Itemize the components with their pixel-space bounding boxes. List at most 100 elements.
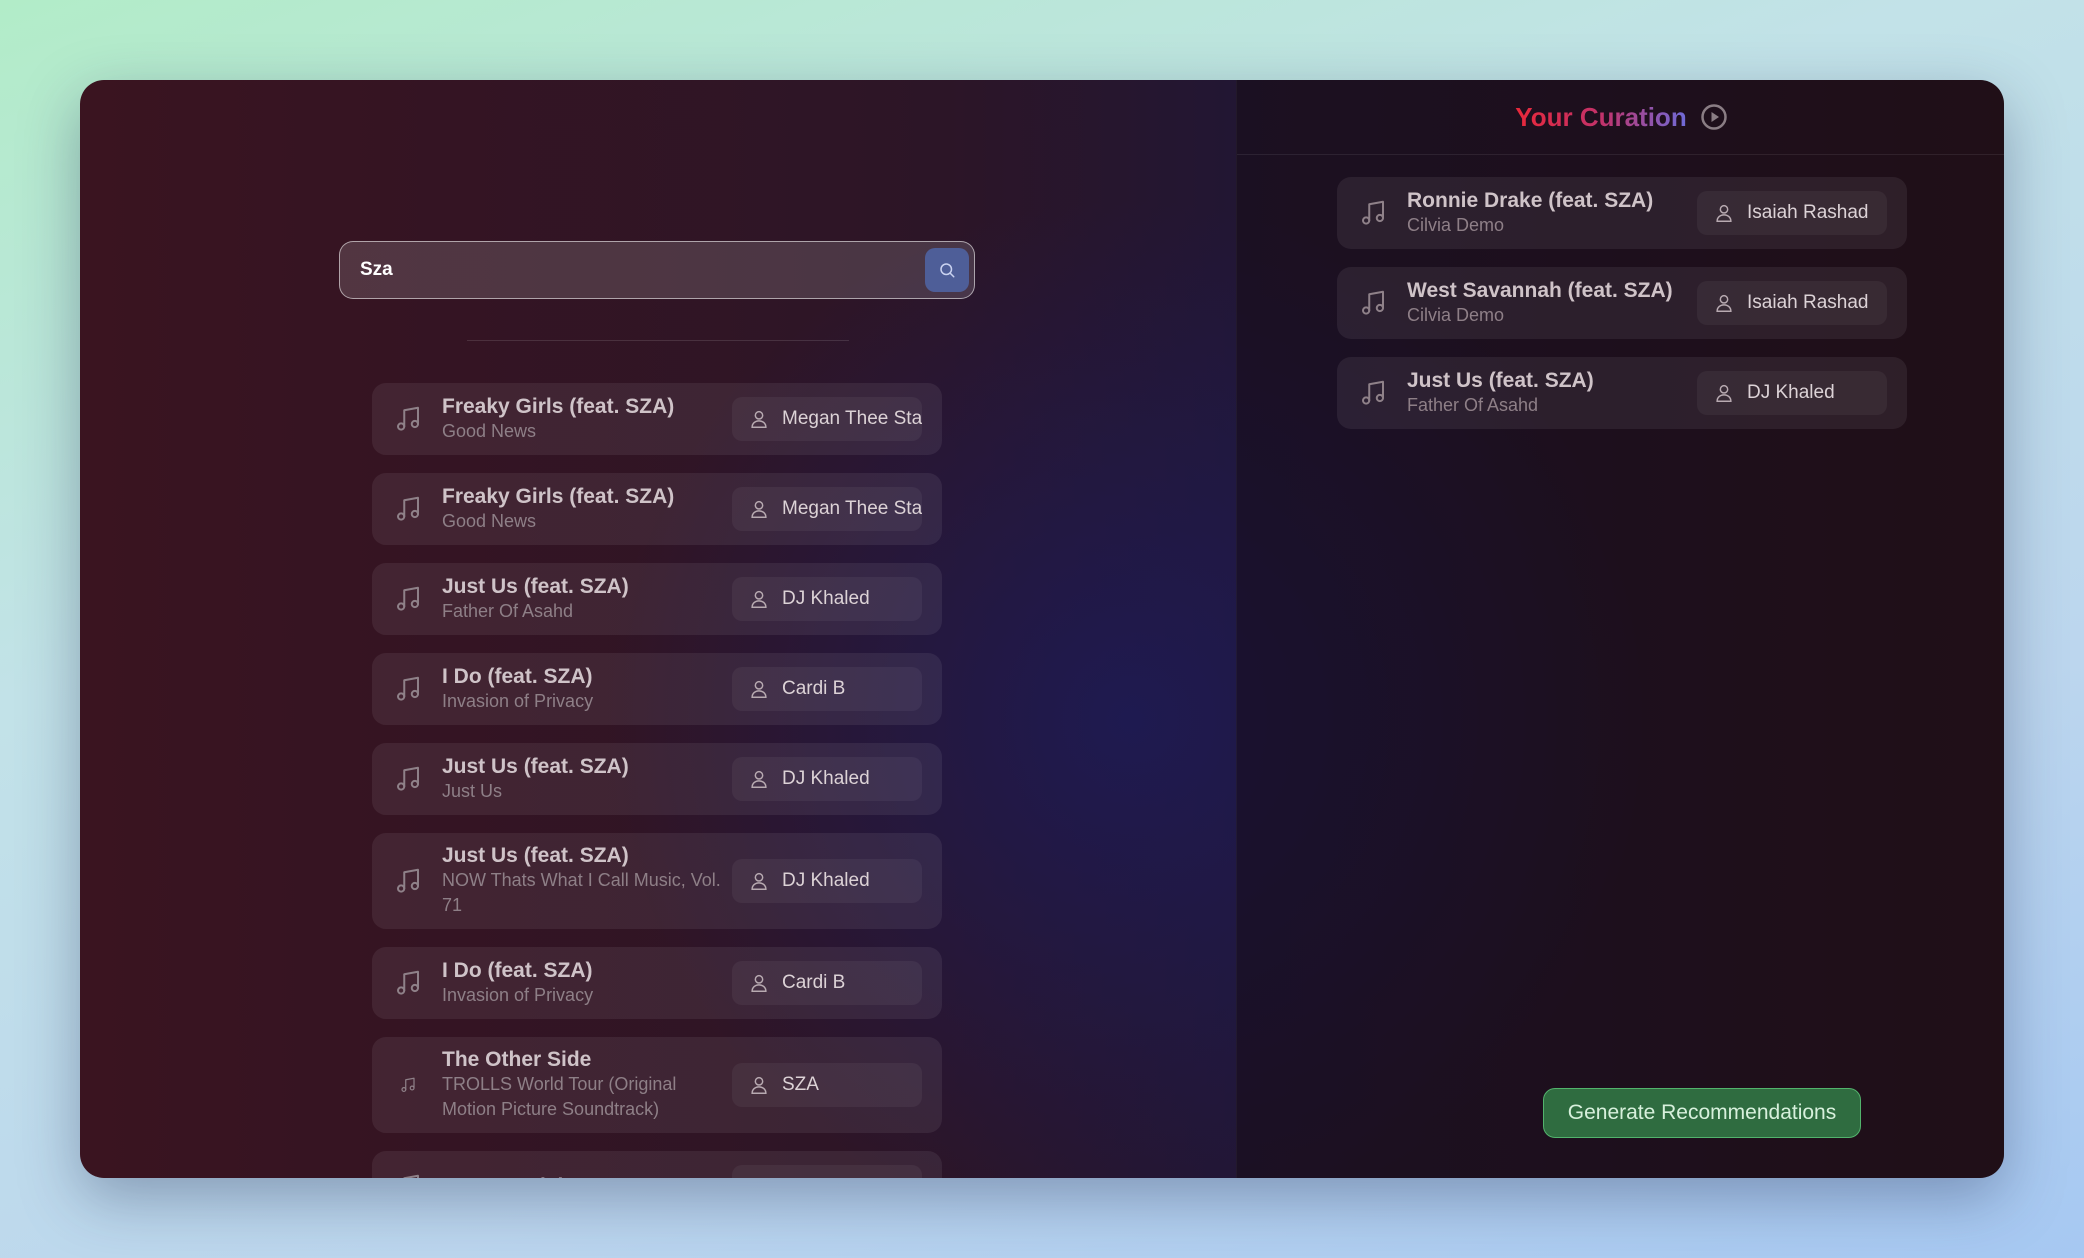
song-card[interactable]: I Do (feat. SZA) Invasion of Privacy Cardi…: [372, 653, 942, 725]
music-note-icon: [392, 1069, 424, 1101]
music-note-icon: [1357, 287, 1389, 319]
song-info: Freaky Girls (feat. SZA) Good News: [442, 395, 732, 444]
artist-name: Cardi B: [782, 678, 846, 699]
artist-chip[interactable]: DJ Khaled: [732, 859, 922, 903]
artist-chip[interactable]: Megan Thee Stallion: [732, 397, 922, 441]
song-card[interactable]: West Savannah (feat. SZA) Cilvia Demo Isai…: [1337, 267, 1907, 339]
artist-name: Isaiah Rashad: [1747, 202, 1869, 223]
song-album: Father Of Asahd: [442, 600, 574, 621]
person-icon: [748, 768, 770, 790]
song-card[interactable]: Just Us (feat. SZA) Father Of Asahd DJ Kha…: [1337, 357, 1907, 429]
song-info: Freaky Girls (feat. SZA) Good News: [442, 485, 732, 534]
song-title: Just Us (feat. SZA): [442, 844, 629, 867]
music-note-icon: [392, 763, 424, 795]
search-results-list: Freaky Girls (feat. SZA) Good News Megan T…: [372, 383, 942, 1178]
song-info: Supermodel: [442, 1175, 732, 1178]
song-album: Just Us: [442, 780, 503, 801]
song-info: Ronnie Drake (feat. SZA) Cilvia Demo: [1407, 189, 1697, 238]
artist-name: Megan Thee Stallion: [782, 498, 922, 519]
song-title: Just Us (feat. SZA): [1407, 368, 1594, 392]
song-card[interactable]: I Do (feat. SZA) Invasion of Privacy Cardi…: [372, 947, 942, 1019]
music-note-icon: [392, 1171, 424, 1178]
person-icon: [748, 408, 770, 430]
person-icon: [1713, 292, 1735, 314]
song-info: I Do (feat. SZA) Invasion of Privacy: [442, 959, 732, 1008]
generate-recommendations-button[interactable]: Generate Recommendations: [1543, 1088, 1861, 1138]
song-card[interactable]: The Other Side TROLLS World Tour (Origina…: [372, 1037, 942, 1133]
music-note-icon: [392, 967, 424, 999]
person-icon: [1713, 202, 1735, 224]
play-icon[interactable]: [1700, 104, 1727, 130]
song-album: Good News: [442, 510, 537, 531]
song-album: Cilvia Demo: [1407, 304, 1505, 325]
song-info: Just Us (feat. SZA) Father Of Asahd: [1407, 369, 1697, 418]
song-title: West Savannah (feat. SZA): [1407, 278, 1673, 302]
song-title: I Do (feat. SZA): [442, 664, 593, 688]
artist-chip[interactable]: Isaiah Rashad: [1697, 281, 1887, 325]
search-icon: [940, 263, 955, 278]
song-card[interactable]: Supermodel SZA: [372, 1151, 942, 1178]
song-info: I Do (feat. SZA) Invasion of Privacy: [442, 665, 732, 714]
artist-chip[interactable]: Cardi B: [732, 667, 922, 711]
artist-name: Megan Thee Stallion: [782, 408, 922, 429]
song-card[interactable]: Just Us (feat. SZA) NOW Thats What I Call…: [372, 833, 942, 929]
song-title: The Other Side: [442, 1048, 592, 1071]
artist-name: Isaiah Rashad: [1747, 292, 1869, 313]
song-info: Just Us (feat. SZA) Just Us: [442, 755, 732, 804]
artist-chip[interactable]: Cardi B: [732, 961, 922, 1005]
person-icon: [748, 678, 770, 700]
search-button[interactable]: [925, 248, 969, 292]
song-album: Father Of Asahd: [1407, 394, 1539, 415]
song-title: Ronnie Drake (feat. SZA): [1407, 188, 1654, 212]
song-album: Invasion of Privacy: [442, 690, 594, 711]
artist-name: SZA: [782, 1176, 819, 1178]
person-icon: [748, 1074, 770, 1096]
person-icon: [1713, 382, 1735, 404]
song-title: Just Us (feat. SZA): [442, 754, 629, 778]
music-note-icon: [392, 673, 424, 705]
song-album: NOW Thats What I Call Music, Vol. 71: [442, 870, 721, 915]
artist-name: SZA: [782, 1074, 819, 1095]
artist-chip[interactable]: SZA: [732, 1063, 922, 1107]
app-window: Freaky Girls (feat. SZA)Good NewsMegan T…: [80, 80, 2004, 1178]
song-card[interactable]: Freaky Girls (feat. SZA) Good News Megan T…: [372, 383, 942, 455]
artist-chip[interactable]: DJ Khaled: [732, 577, 922, 621]
search-input[interactable]: [340, 242, 900, 298]
song-album: Invasion of Privacy: [442, 984, 594, 1005]
artist-chip[interactable]: SZA: [732, 1165, 922, 1178]
artist-chip[interactable]: Isaiah Rashad: [1697, 191, 1887, 235]
song-info: West Savannah (feat. SZA) Cilvia Demo: [1407, 279, 1697, 328]
music-note-icon: [392, 583, 424, 615]
music-note-icon: [392, 493, 424, 525]
song-title: Freaky Girls (feat. SZA): [442, 484, 675, 508]
song-title: Supermodel: [442, 1175, 732, 1178]
music-note-icon: [1357, 377, 1389, 409]
song-album: TROLLS World Tour (Original Motion Pictu…: [442, 1074, 677, 1119]
artist-chip[interactable]: DJ Khaled: [732, 757, 922, 801]
artist-name: DJ Khaled: [782, 768, 870, 789]
divider: [467, 340, 849, 341]
song-album: Good News: [442, 420, 537, 441]
song-card[interactable]: Just Us (feat. SZA) Father Of Asahd DJ Kha…: [372, 563, 942, 635]
person-icon: [748, 870, 770, 892]
song-title: Just Us (feat. SZA): [442, 574, 629, 598]
artist-name: DJ Khaled: [782, 588, 870, 609]
artist-chip[interactable]: Megan Thee Stallion: [732, 487, 922, 531]
person-icon: [748, 498, 770, 520]
curation-list: Ronnie Drake (feat. SZA) Cilvia Demo Isaia…: [1337, 177, 1907, 447]
person-icon: [748, 1176, 770, 1178]
person-icon: [748, 972, 770, 994]
curation-header: Your Curation: [1237, 80, 2004, 155]
song-card[interactable]: Freaky Girls (feat. SZA) Good News Megan T…: [372, 473, 942, 545]
song-card[interactable]: Just Us (feat. SZA) Just Us DJ Khaled: [372, 743, 942, 815]
search-box: [339, 241, 975, 299]
song-info: The Other Side TROLLS World Tour (Origina…: [442, 1048, 732, 1122]
artist-name: Cardi B: [782, 972, 846, 993]
music-note-icon: [1357, 197, 1389, 229]
song-album: Cilvia Demo: [1407, 214, 1505, 235]
artist-chip[interactable]: DJ Khaled: [1697, 371, 1887, 415]
curation-title: Your Curation: [1515, 101, 1687, 132]
song-info: Just Us (feat. SZA) Father Of Asahd: [442, 575, 732, 624]
song-card[interactable]: Ronnie Drake (feat. SZA) Cilvia Demo Isaia…: [1337, 177, 1907, 249]
music-note-icon: [392, 865, 424, 897]
